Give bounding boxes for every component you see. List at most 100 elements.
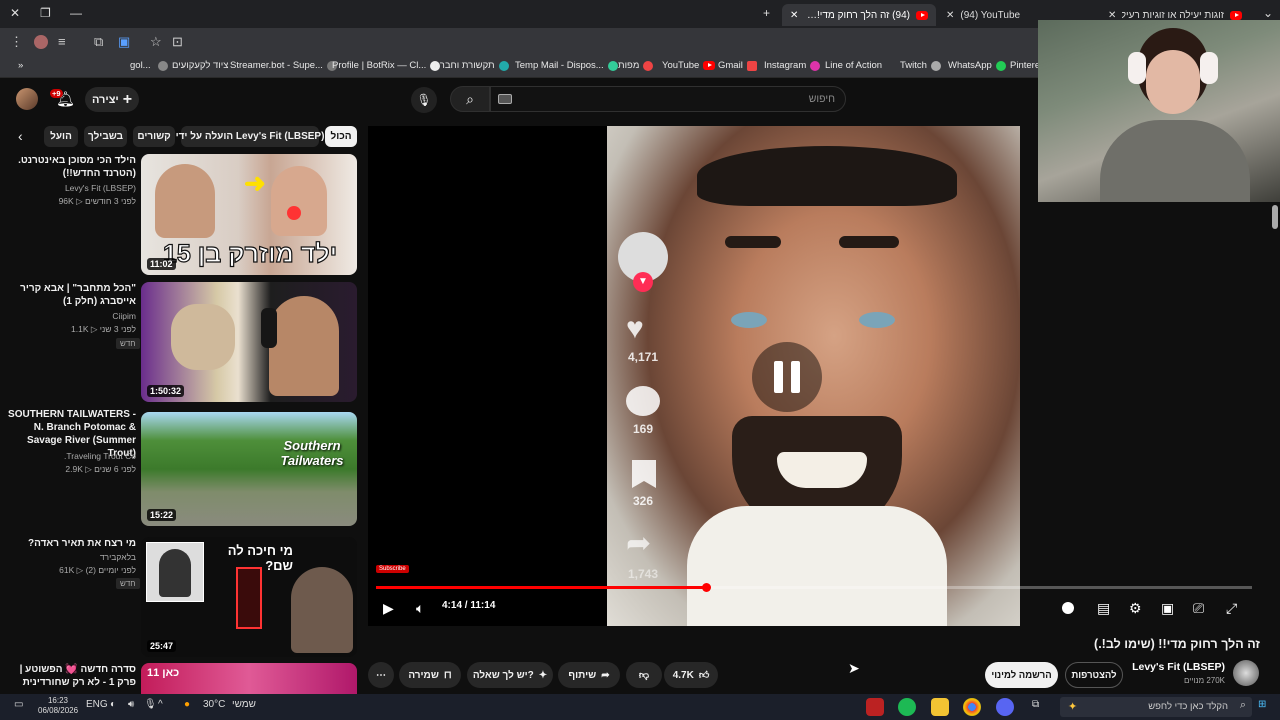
- app-spotify-icon[interactable]: [898, 698, 916, 716]
- bookmark-item[interactable]: Profile | BotRix — Cl...: [332, 60, 441, 71]
- channel-avatar[interactable]: [1233, 660, 1259, 686]
- install-app-icon[interactable]: ⊡: [172, 34, 183, 50]
- weather-temp[interactable]: 30°C: [203, 699, 225, 710]
- miniplayer-icon[interactable]: ▣: [1161, 600, 1174, 617]
- speaker-icon[interactable]: 🔊︎: [128, 699, 134, 710]
- bookmark-item[interactable]: ציוד לקעקועים: [158, 60, 228, 71]
- follow-icon[interactable]: ▼: [633, 272, 653, 292]
- bookmark-item[interactable]: Streamer.bot - Supe...: [230, 60, 337, 71]
- dislike-button[interactable]: 👎︎: [626, 662, 662, 688]
- clock[interactable]: 16:23 06/08/2026: [38, 696, 78, 716]
- app-discord-icon[interactable]: [996, 698, 1014, 716]
- bookmark-item[interactable]: מפות: [618, 60, 654, 71]
- autoplay-toggle-icon[interactable]: [1062, 602, 1074, 614]
- extensions-icon[interactable]: ⧉: [94, 34, 103, 50]
- tab-current-video[interactable]: ✕ (94) זה הלך רחוק מדי!! (שי…: [782, 4, 936, 26]
- video-thumbnail[interactable]: מי חיכה לה שם? 25:47: [141, 537, 357, 657]
- more-actions-button[interactable]: ⋯: [368, 662, 394, 688]
- video-title[interactable]: "הכל מתחבר" | אבא קריר אייסברג (חלק 1): [6, 282, 136, 308]
- keyboard-icon[interactable]: [498, 94, 512, 104]
- scrollbar[interactable]: [1272, 205, 1278, 229]
- video-channel[interactable]: Traveling Trout Co.: [6, 450, 136, 462]
- bookmark-item[interactable]: Line of Action: [825, 60, 882, 71]
- bookmark-item[interactable]: תקשורת וחברה: [434, 60, 509, 71]
- video-channel[interactable]: בלאקבירד: [6, 551, 136, 563]
- search-button[interactable]: ⌕: [450, 86, 490, 112]
- volume-icon[interactable]: 🔈︎: [416, 600, 424, 617]
- bookmark-item[interactable]: gol...: [130, 60, 151, 71]
- pause-overlay-button[interactable]: [752, 342, 822, 412]
- video-thumbnail[interactable]: כאן 11: [141, 663, 357, 694]
- create-button[interactable]: יצירה +: [85, 87, 139, 112]
- mic-tray-icon[interactable]: 🎙︎: [144, 699, 157, 710]
- bookmark-item[interactable]: Instagram: [764, 60, 821, 71]
- chip-uploaded-by[interactable]: הועלה על ידי Levy's Fit (LBSEP): [176, 126, 324, 147]
- chip-for-you[interactable]: בשבילך: [84, 126, 127, 147]
- video-channel[interactable]: Ciipim: [6, 310, 136, 322]
- save-button[interactable]: שמירה ⊓: [399, 662, 461, 688]
- bookmark-item[interactable]: Twitch: [900, 60, 941, 71]
- like-count-label: 4.7K: [672, 669, 694, 681]
- weather-condition[interactable]: שמשי: [232, 699, 256, 710]
- menu-dots-icon[interactable]: ⋮: [10, 34, 23, 50]
- video-thumbnail[interactable]: ➜ ילד מוזרק בן 15 11:02: [141, 154, 357, 275]
- app-obs-icon[interactable]: [866, 698, 884, 716]
- chevron-down-icon[interactable]: ⌄: [1263, 6, 1273, 20]
- voice-search-button[interactable]: 🎙︎: [411, 87, 437, 113]
- share-icon: ➦: [601, 669, 610, 681]
- profile-avatar[interactable]: [34, 35, 48, 49]
- video-title[interactable]: סדרה חדשה 💓 הפשוטע | פרק 1 - לא רק שחורד…: [6, 663, 136, 689]
- cast-icon[interactable]: ⎚: [1193, 600, 1204, 617]
- like-button[interactable]: 4.7K 👍︎: [664, 662, 718, 688]
- minimize-icon[interactable]: —: [70, 6, 82, 20]
- notifications-icon[interactable]: ▭: [14, 699, 23, 710]
- video-duration: 1:50:32: [147, 385, 185, 397]
- chip-uploaded[interactable]: הועל: [44, 126, 78, 147]
- bookmark-item[interactable]: Temp Mail - Dispos...: [515, 60, 618, 71]
- windows-start-icon[interactable]: ⊞: [1258, 699, 1266, 710]
- bookmarks-overflow-icon[interactable]: »: [18, 60, 23, 71]
- subscribe-button[interactable]: הרשמה למינוי: [985, 662, 1058, 688]
- chevron-left-icon[interactable]: ‹: [18, 128, 23, 144]
- play-icon[interactable]: ▶: [383, 600, 394, 617]
- video-channel[interactable]: Levy's Fit (LBSEP): [6, 182, 136, 194]
- new-tab-icon[interactable]: +: [763, 6, 770, 20]
- app-chrome-icon[interactable]: [963, 698, 981, 716]
- task-view-icon[interactable]: ⧉: [1032, 699, 1039, 710]
- video-thumbnail[interactable]: Southern Tailwaters 15:22: [141, 412, 357, 526]
- close-window-icon[interactable]: ✕: [10, 6, 20, 20]
- channel-name[interactable]: Levy's Fit (LBSEP): [1130, 661, 1225, 673]
- video-title[interactable]: הילד הכי מסוכן באינטרנט. (הטרנד החדש!!): [6, 154, 136, 180]
- bookmark-item[interactable]: WhatsApp: [948, 60, 1006, 71]
- account-avatar[interactable]: [16, 88, 38, 110]
- bookmark-item[interactable]: YouTube: [662, 60, 716, 71]
- thumb-door: [236, 567, 262, 629]
- bookmark-item[interactable]: Gmail: [718, 60, 757, 71]
- comment-icon: [626, 386, 660, 416]
- video-thumbnail[interactable]: 1:50:32: [141, 282, 357, 402]
- join-button[interactable]: להצטרפות: [1065, 662, 1123, 688]
- bookmark-outline-icon: ⊓: [443, 669, 452, 681]
- app-file-explorer-icon[interactable]: [931, 698, 949, 716]
- restore-icon[interactable]: ❐: [40, 6, 51, 20]
- network-icon[interactable]: ◐: [110, 699, 116, 710]
- subtitles-icon[interactable]: ▤: [1097, 600, 1110, 617]
- ask-button[interactable]: יש לך שאלה? ✦: [467, 662, 553, 688]
- tab-close-icon[interactable]: ✕: [790, 10, 798, 21]
- chip-related[interactable]: קשורים: [133, 126, 175, 147]
- share-button[interactable]: שיתוף ➦: [558, 662, 620, 688]
- settings-gear-icon[interactable]: ⚙: [1129, 600, 1142, 617]
- subscribe-watermark[interactable]: Subscribe: [376, 565, 409, 573]
- video-title[interactable]: מי רצח את תאיר ראדה?: [6, 537, 136, 550]
- taskbar-search-box[interactable]: ✦ הקלד כאן כדי לחפש ⌕: [1060, 697, 1252, 717]
- tab-close-icon[interactable]: ✕: [1108, 10, 1116, 21]
- tab-close-icon[interactable]: ✕: [946, 10, 954, 21]
- tray-overflow-icon[interactable]: ^: [158, 699, 163, 710]
- fullscreen-icon[interactable]: ⤢: [1226, 600, 1237, 617]
- chip-all[interactable]: הכול: [325, 126, 357, 147]
- bookmark-star-icon[interactable]: ☆: [150, 34, 162, 50]
- language-indicator[interactable]: ENG: [86, 699, 108, 710]
- search-input[interactable]: חיפוש: [490, 86, 846, 112]
- reading-list-icon[interactable]: ≡: [58, 34, 66, 49]
- translate-icon[interactable]: ▣: [118, 34, 130, 50]
